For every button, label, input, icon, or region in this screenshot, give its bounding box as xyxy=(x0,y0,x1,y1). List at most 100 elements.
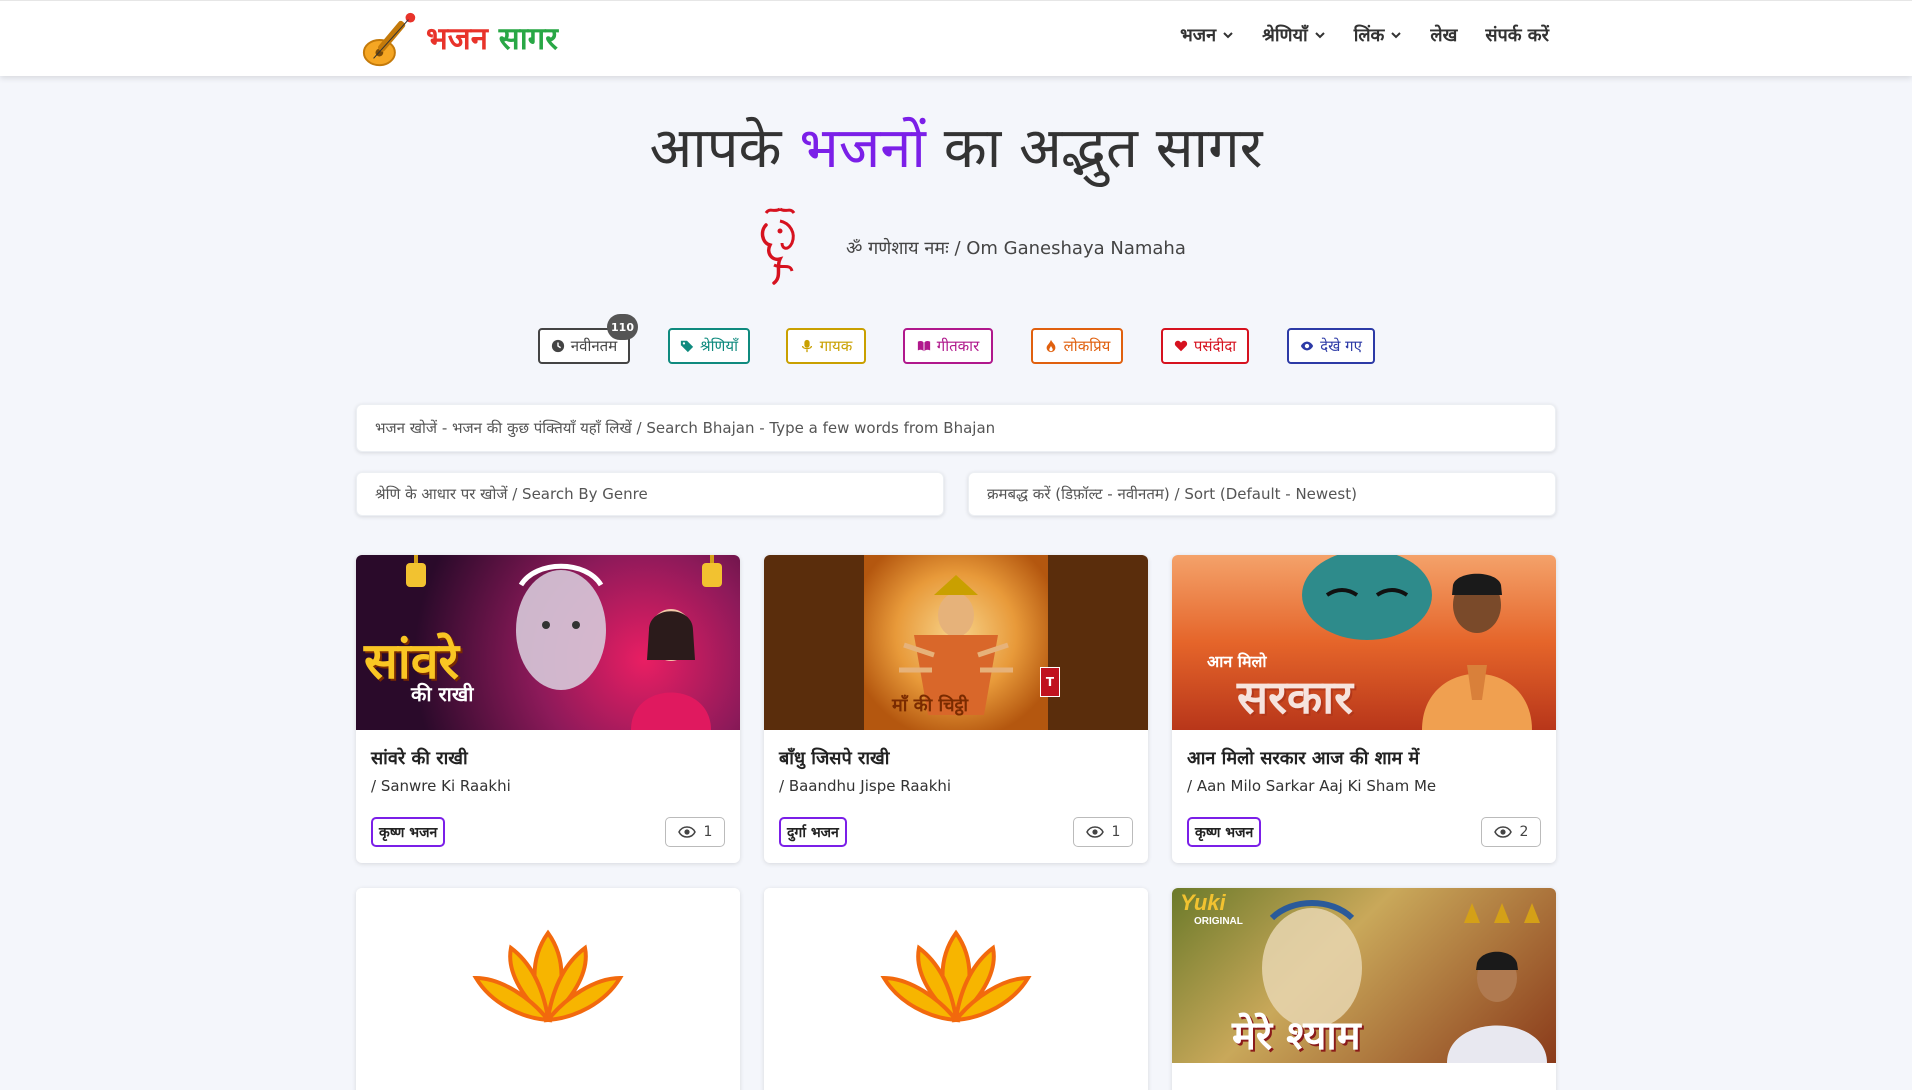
hero-title: आपके भजनों का अद्भुत सागर xyxy=(0,108,1912,184)
brand-name: भजन सागर xyxy=(426,20,558,57)
channel-brand-sub: ORIGINAL xyxy=(1194,916,1243,927)
newest-count-badge: 110 xyxy=(607,314,638,340)
singer-image xyxy=(631,609,711,730)
nav-item-label: संपर्क करें xyxy=(1485,25,1549,46)
sort-select-input[interactable] xyxy=(987,473,1555,515)
bells-decoration xyxy=(1462,898,1552,938)
lotus-icon xyxy=(472,929,624,1023)
filter-label: पसंदीदा xyxy=(1193,337,1237,355)
filter-label: श्रेणियाँ xyxy=(700,337,738,355)
brand-name-part2: सागर xyxy=(498,20,558,57)
lantern-decoration xyxy=(406,563,426,587)
eye-icon xyxy=(1301,341,1314,351)
bhajan-subtitle: / Baandhu Jispe Raakhi xyxy=(779,777,952,795)
view-count: 1 xyxy=(1073,817,1133,847)
category-tag[interactable]: दुर्गा भजन xyxy=(779,817,847,847)
filter-viewed-button[interactable]: देखे गए xyxy=(1287,328,1375,364)
hero-title-accent: भजनों xyxy=(799,116,926,181)
bhajan-search-field[interactable] xyxy=(356,404,1556,452)
nav-item-label: भजन xyxy=(1180,25,1217,46)
filter-label: गायक xyxy=(819,337,853,355)
bhajan-card[interactable] xyxy=(764,888,1148,1090)
chevron-down-icon xyxy=(1223,32,1233,39)
filter-lyricist-button[interactable]: गीतकार xyxy=(903,328,993,364)
genre-search-input[interactable] xyxy=(375,473,943,515)
filter-label: गीतकार xyxy=(936,337,980,355)
fire-icon xyxy=(1046,339,1056,353)
clock-icon xyxy=(551,339,564,353)
heart-icon xyxy=(1174,340,1187,352)
nav-item-label: श्रेणियाँ xyxy=(1262,25,1308,46)
bhajan-search-input[interactable] xyxy=(375,405,1555,451)
singer-image xyxy=(1447,951,1547,1063)
lantern-decoration xyxy=(702,563,722,587)
sort-select-field[interactable] xyxy=(968,472,1556,516)
mantra-text: ॐ गणेशाय नमः / Om Ganeshaya Namaha xyxy=(846,238,1186,259)
bhajan-thumbnail: T माँ की चिट्ठी xyxy=(764,555,1148,730)
view-count-value: 2 xyxy=(1519,824,1529,840)
thumbnail-text: मेरे श्याम xyxy=(1232,1012,1361,1059)
view-count-value: 1 xyxy=(1111,824,1121,840)
bhajan-card[interactable]: T माँ की चिट्ठी बाँधु जिसपे राखी / Baand… xyxy=(764,555,1148,863)
book-icon xyxy=(917,341,930,352)
view-count-value: 1 xyxy=(703,824,713,840)
nav-item-articles[interactable]: लेख xyxy=(1430,23,1457,47)
filter-label: लोकप्रिय xyxy=(1063,337,1111,355)
bhajan-card[interactable]: Yuki ORIGINAL मेरे श्याम xyxy=(1172,888,1556,1090)
bhajan-title: आन मिलो सरकार आज की शाम में xyxy=(1187,748,1420,769)
channel-brand: Yuki xyxy=(1180,890,1226,915)
bhajan-title: बाँधु जिसपे राखी xyxy=(779,748,890,769)
filter-favorites-button[interactable]: पसंदीदा xyxy=(1161,328,1249,364)
sitar-icon xyxy=(362,12,416,67)
hero-title-before: आपके xyxy=(649,116,782,181)
view-count: 2 xyxy=(1481,817,1541,847)
brand-logo-link[interactable]: भजन सागर xyxy=(360,9,558,69)
filter-label: नवीनतम xyxy=(570,337,618,355)
bhajan-title: सांवरे की राखी xyxy=(371,748,468,769)
lotus-icon xyxy=(880,929,1032,1023)
bhajan-card[interactable] xyxy=(356,888,740,1090)
filter-categories-button[interactable]: श्रेणियाँ xyxy=(668,328,750,364)
chevron-down-icon xyxy=(1391,32,1402,39)
bhajan-thumbnail: सांवरे की राखी xyxy=(356,555,740,730)
singer-image xyxy=(1422,573,1532,730)
nav-item-categories[interactable]: श्रेणियाँ xyxy=(1262,23,1326,47)
nav-item-bhajan[interactable]: भजन xyxy=(1180,23,1234,47)
tags-icon xyxy=(680,340,694,353)
bhajan-thumbnail xyxy=(764,888,1148,1063)
nav-item-links[interactable]: लिंक xyxy=(1354,23,1403,47)
bhajan-card[interactable]: आन मिलो सरकार आन मिलो सरकार आज की शाम मे… xyxy=(1172,555,1556,863)
view-count: 1 xyxy=(665,817,725,847)
eye-icon xyxy=(677,826,696,838)
filter-popular-button[interactable]: लोकप्रिय xyxy=(1031,328,1123,364)
eye-icon xyxy=(1085,826,1104,838)
bhajan-thumbnail: Yuki ORIGINAL मेरे श्याम xyxy=(1172,888,1556,1063)
genre-search-field[interactable] xyxy=(356,472,944,516)
nav-item-label: लिंक xyxy=(1353,25,1385,46)
nav-item-label: लेख xyxy=(1430,25,1458,46)
navbar: भजन सागर भजन श्रेणियाँ लिंक लेख संपर्क क… xyxy=(0,0,1912,76)
bhajan-thumbnail: आन मिलो सरकार xyxy=(1172,555,1556,730)
bhajan-thumbnail xyxy=(356,888,740,1063)
filter-label: देखे गए xyxy=(1320,337,1362,355)
ganesha-icon xyxy=(760,207,796,285)
krishna-image xyxy=(516,563,606,690)
nav-item-contact[interactable]: संपर्क करें xyxy=(1485,23,1549,47)
nav-menu: भजन श्रेणियाँ लिंक लेख संपर्क करें xyxy=(1180,23,1549,47)
thumbnail-text: सरकार xyxy=(1237,670,1353,724)
filter-newest-button[interactable]: नवीनतम 110 xyxy=(538,314,638,364)
brand-name-part1: भजन xyxy=(426,20,488,57)
thumbnail-text: माँ की चिट्ठी xyxy=(892,695,969,716)
hero-title-after: का अद्भुत सागर xyxy=(943,116,1263,181)
t-series-logo: T xyxy=(1040,667,1060,697)
category-tag[interactable]: कृष्ण भजन xyxy=(1187,817,1262,847)
category-tag[interactable]: कृष्ण भजन xyxy=(371,817,446,847)
eye-icon xyxy=(1493,826,1512,838)
chevron-down-icon xyxy=(1314,32,1325,39)
filter-singer-button[interactable]: गायक xyxy=(786,328,866,364)
bhajan-card[interactable]: सांवरे की राखी सांवरे की राखी / Sanwre K… xyxy=(356,555,740,863)
microphone-icon xyxy=(801,339,812,353)
bhajan-subtitle: / Aan Milo Sarkar Aaj Ki Sham Me xyxy=(1187,777,1437,795)
bhajan-subtitle: / Sanwre Ki Raakhi xyxy=(371,777,511,795)
filter-bar: नवीनतम 110 श्रेणियाँ गायक गीतकार लोकप्रि… xyxy=(0,314,1912,368)
